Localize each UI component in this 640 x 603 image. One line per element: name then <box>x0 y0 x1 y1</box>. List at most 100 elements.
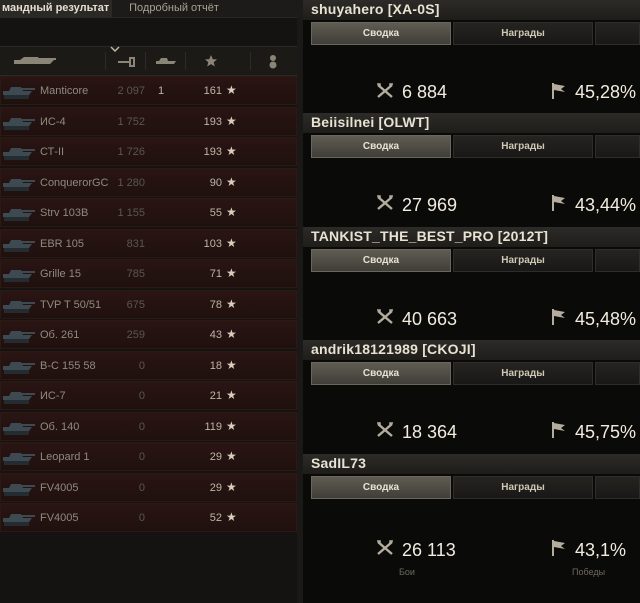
tab-detailed-report[interactable]: Подробный отчёт <box>114 0 234 17</box>
tank-icon <box>3 361 35 374</box>
table-row[interactable]: Об. 140 0 119 ★ <box>0 411 297 441</box>
table-row[interactable]: Об. 261 259 43 ★ <box>0 320 297 350</box>
kills-column-header[interactable] <box>145 52 185 70</box>
awards-tab-button[interactable]: Награды <box>453 135 593 158</box>
battles-caption: Бои <box>399 567 415 577</box>
tank-icon <box>3 178 35 191</box>
score-value: 119 <box>204 420 222 433</box>
table-row[interactable]: Strv 103B 1 155 55 ★ <box>0 198 297 228</box>
battles-count: 40 663 <box>402 309 458 329</box>
star-icon: ★ <box>226 205 237 220</box>
vehicle-name: ИС-7 <box>40 390 66 403</box>
player-name: shuyahero [XA-0S] <box>311 1 440 17</box>
battles-count: 6 884 <box>402 82 448 102</box>
tank-icon <box>3 331 35 344</box>
tank-icon <box>3 300 35 313</box>
kills-value: 1 <box>157 85 165 97</box>
score-value: 21 <box>209 390 222 403</box>
damage-value: 0 <box>138 512 145 525</box>
table-row[interactable]: ИС-7 0 21 ★ <box>0 381 297 411</box>
tank-icon <box>3 117 35 130</box>
table-row[interactable]: FV4005 0 29 ★ <box>0 472 297 502</box>
table-row[interactable]: ИС-4 1 752 193 ★ <box>0 106 297 136</box>
score-value: 52 <box>209 512 222 525</box>
battles-icon <box>377 195 393 210</box>
star-icon: ★ <box>226 327 237 342</box>
summary-tab-button[interactable]: Сводка <box>311 249 451 272</box>
damage-value: 1 280 <box>117 176 145 189</box>
player-stats-column: shuyahero [XA-0S] Сводка Награды 6 884 45,28… <box>303 0 640 603</box>
tab-team-result[interactable]: мандный результат <box>0 0 112 17</box>
awards-tab-button[interactable]: Награды <box>453 22 593 45</box>
player-card: SadIL73 Сводка Награды 26 113 43,1% Бои Победы <box>303 454 640 603</box>
awards-tab-button[interactable]: Награды <box>453 362 593 385</box>
star-icon: ★ <box>226 113 237 128</box>
medal-icon <box>269 55 277 69</box>
vehicle-name: Grille 15 <box>40 268 81 281</box>
tank-icon <box>3 453 35 466</box>
summary-tab-button[interactable]: Сводка <box>311 476 451 499</box>
tank-icon <box>3 392 35 405</box>
summary-tab-button[interactable]: Сводка <box>311 362 451 385</box>
damage-value: 2 097 <box>117 85 145 97</box>
tank-icon <box>3 270 35 283</box>
victory-flag-icon <box>552 83 565 99</box>
table-row[interactable]: Grille 15 785 71 ★ <box>0 259 297 289</box>
table-row[interactable]: Leopard 1 0 29 ★ <box>0 442 297 472</box>
awards-tab-button[interactable]: Награды <box>453 249 593 272</box>
table-row[interactable]: Manticore 2 097 1 161 ★ <box>0 76 297 105</box>
star-icon: ★ <box>226 510 237 525</box>
score-column-header[interactable] <box>185 52 233 70</box>
vehicle-name: Strv 103B <box>40 207 89 220</box>
wins-caption: Победы <box>572 567 606 577</box>
damage-value: 0 <box>138 451 145 464</box>
table-row[interactable]: СТ-II 1 726 193 ★ <box>0 137 297 167</box>
tank-icon[interactable] <box>10 54 58 68</box>
table-header <box>0 46 297 76</box>
damage-value: 675 <box>126 298 145 311</box>
table-row[interactable]: FV4005 0 52 ★ <box>0 503 297 533</box>
damage-column-header[interactable] <box>105 46 145 70</box>
more-tab-button[interactable] <box>595 22 640 45</box>
vehicle-name: Об. 261 <box>40 329 80 342</box>
vehicle-name: ИС-4 <box>40 115 66 128</box>
medals-column-header[interactable] <box>250 52 296 70</box>
tank-icon <box>3 209 35 222</box>
damage-value: 0 <box>138 481 145 494</box>
table-row[interactable]: TVP T 50/51 675 78 ★ <box>0 289 297 319</box>
score-value: 193 <box>203 115 222 128</box>
star-icon: ★ <box>226 449 237 464</box>
player-rows: Manticore 2 097 1 161 ★ ИС-4 1 752 193 ★ СТ-II 1 7… <box>0 76 297 534</box>
more-tab-button[interactable] <box>595 362 640 385</box>
score-value: 43 <box>209 329 222 342</box>
vehicle-name: TVP T 50/51 <box>40 298 102 311</box>
star-icon: ★ <box>226 479 237 494</box>
battles-count: 27 969 <box>402 195 458 215</box>
summary-tab-button[interactable]: Сводка <box>311 135 451 158</box>
table-row[interactable]: B-C 155 58 0 18 ★ <box>0 350 297 380</box>
battles-icon <box>377 422 393 437</box>
win-rate: 45,75% <box>575 422 637 442</box>
vehicle-name: Об. 140 <box>40 420 80 433</box>
damage-value: 259 <box>126 329 145 342</box>
results-tabs: мандный результат Подробный отчёт <box>0 0 303 18</box>
battles-count: 18 364 <box>402 422 458 442</box>
score-value: 78 <box>209 298 222 311</box>
star-icon: ★ <box>226 418 237 433</box>
player-card: TANKIST_THE_BEST_PRO [2012T] Сводка Наград… <box>303 227 640 340</box>
vehicle-name: СТ-II <box>40 146 65 159</box>
summary-tab-button[interactable]: Сводка <box>311 22 451 45</box>
awards-tab-button[interactable]: Награды <box>453 476 593 499</box>
more-tab-button[interactable] <box>595 249 640 272</box>
table-row[interactable]: ConquerorGC 1 280 90 ★ <box>0 167 297 197</box>
score-value: 103 <box>203 237 222 250</box>
more-tab-button[interactable] <box>595 135 640 158</box>
team-results-panel: мандный результат Подробный отчёт Mantic… <box>0 0 303 603</box>
score-value: 193 <box>203 146 222 159</box>
star-icon: ★ <box>226 357 237 372</box>
table-row[interactable]: EBR 105 831 103 ★ <box>0 228 297 258</box>
tank-icon <box>3 239 35 252</box>
vehicle-name: Leopard 1 <box>40 451 90 464</box>
score-value: 161 <box>203 85 222 97</box>
more-tab-button[interactable] <box>595 476 640 499</box>
